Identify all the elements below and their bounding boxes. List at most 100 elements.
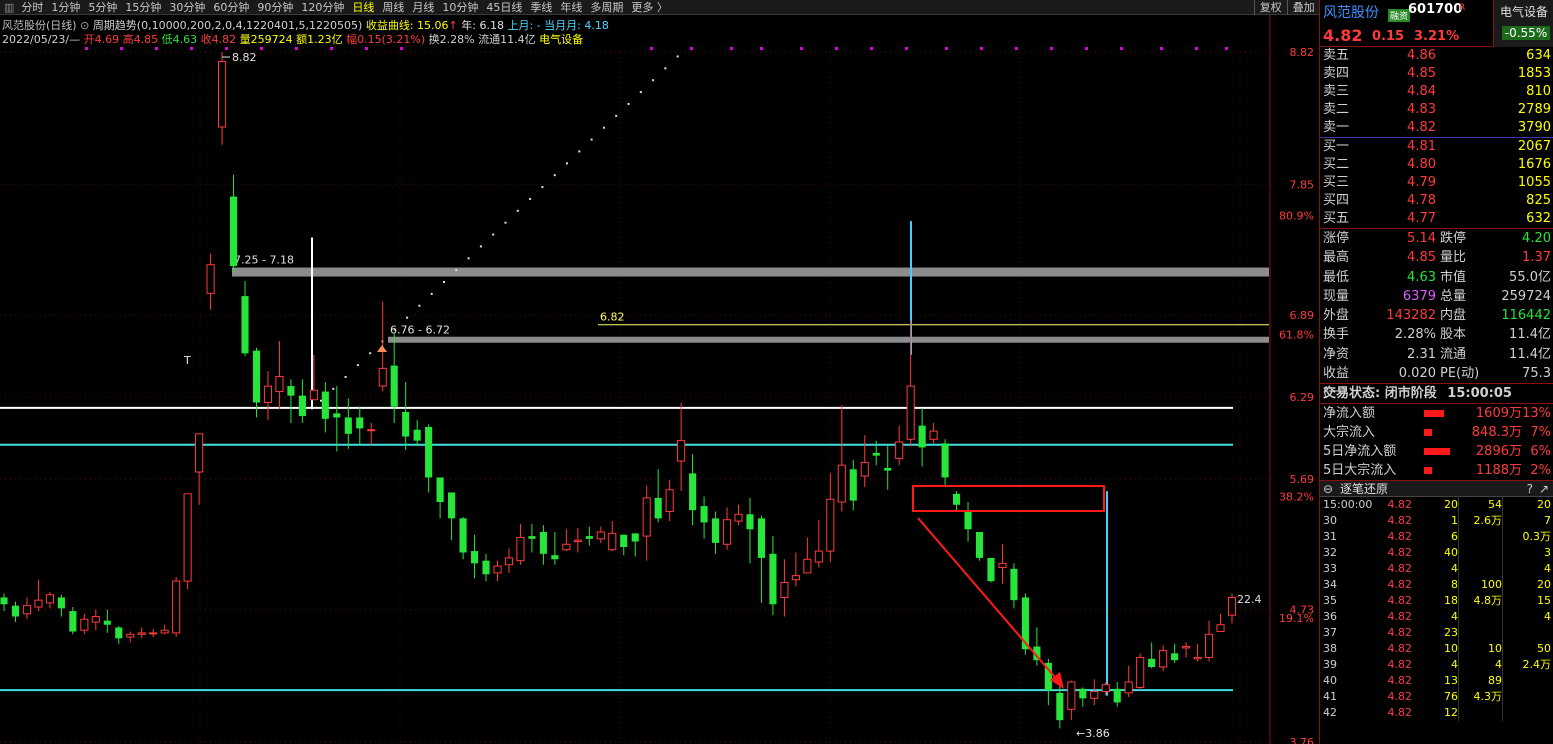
candle-body	[241, 296, 249, 354]
period-tab[interactable]: 60分钟	[210, 0, 254, 15]
last-label: 22.4	[1237, 593, 1262, 606]
candle-body	[665, 489, 674, 513]
period-tab[interactable]: 多周期	[587, 0, 628, 15]
marker-dot	[190, 47, 193, 50]
period-tab[interactable]: 日线	[349, 0, 379, 15]
candle-body	[367, 429, 376, 432]
kline-chart-area[interactable]: 8.82 7.85 6.89 6.29 5.69 4.73 3.76 80.9% 61.8% 38…	[0, 15, 1318, 744]
trade-row: 37 4.82 23	[1320, 625, 1553, 642]
stat-value: 116442	[1501, 308, 1551, 324]
stat-row: 最低 4.63 市值 55.0亿	[1320, 268, 1553, 287]
tool-button[interactable]: 叠加	[1286, 0, 1320, 15]
sector-pct: -0.55%	[1502, 26, 1550, 40]
collapse-icon[interactable]: ⊖	[1323, 481, 1333, 497]
trend-dot	[590, 138, 593, 141]
orderbook-row[interactable]: 卖一 4.82 3790	[1320, 119, 1553, 137]
trade-row: 30 4.82 1 2.6万 7	[1320, 513, 1553, 530]
candle-body	[229, 196, 238, 267]
toolbar-menu-icon[interactable]: ▥	[0, 1, 18, 14]
candle-body	[941, 443, 949, 478]
stat-label: 总量	[1440, 288, 1467, 304]
flow-pct: 13%	[1522, 406, 1551, 422]
marker-dot	[1225, 47, 1228, 50]
period-tab[interactable]: 周线	[379, 0, 409, 15]
trade-time: 39	[1323, 658, 1337, 672]
period-tab[interactable]: 更多 〉	[628, 0, 673, 15]
trade-time: 36	[1323, 610, 1337, 624]
period-tab[interactable]: 年线	[557, 0, 587, 15]
orderbook-row[interactable]: 卖四 4.85 1853	[1320, 65, 1553, 83]
help-icon[interactable]: ?	[1527, 481, 1533, 497]
trend-dot	[627, 102, 630, 105]
trade-time: 15:00:00	[1323, 498, 1373, 512]
candle-body	[918, 425, 926, 448]
candle-body	[1056, 692, 1064, 721]
expand-icon[interactable]: ↗	[1539, 481, 1549, 497]
sector-box[interactable]: 电气设备 -0.55%	[1493, 0, 1553, 47]
stat-value: 75.3	[1522, 366, 1551, 382]
stat-label: 涨停	[1323, 231, 1350, 246]
low-label: 低4.63	[161, 33, 198, 46]
period-tab[interactable]: 30分钟	[166, 0, 210, 15]
period-tab[interactable]: 1分钟	[48, 0, 85, 15]
orderbook-row[interactable]: 卖三 4.84 810	[1320, 83, 1553, 101]
period-tab[interactable]: 15分钟	[122, 0, 166, 15]
candle-body	[275, 376, 284, 393]
orderbook-row[interactable]: 买一 4.81 2067	[1320, 138, 1553, 156]
trade-row: 41 4.82 76 4.3万	[1320, 689, 1553, 706]
period-tab[interactable]: 90分钟	[254, 0, 298, 15]
orderbook-row[interactable]: 买二 4.80 1676	[1320, 156, 1553, 174]
period-tab[interactable]: 季线	[527, 0, 557, 15]
high-label: 高4.85	[122, 33, 159, 46]
marker-dot	[295, 47, 298, 50]
amount-label: 额1.23亿	[296, 33, 343, 46]
flow-row: 大宗流入 848.3万 7%	[1320, 423, 1553, 442]
trend-dot	[406, 316, 409, 319]
candle-body	[344, 417, 352, 434]
tool-button[interactable]: 复权	[1253, 0, 1287, 15]
candle-body	[425, 427, 433, 478]
stat-row: 外盘 143282 内盘 116442	[1320, 306, 1553, 325]
period-tab[interactable]: 120分钟	[298, 0, 349, 15]
level-volume: 3790	[1517, 120, 1551, 135]
stat-label: 净资	[1323, 346, 1350, 362]
flow-value: 1609万	[1475, 406, 1522, 422]
orderbook-row[interactable]: 买四 4.78 825	[1320, 192, 1553, 210]
period-tab[interactable]: 10分钟	[439, 0, 483, 15]
level-volume: 2067	[1517, 139, 1551, 154]
close-label: 收4.82	[200, 33, 237, 46]
flow-bar	[1424, 423, 1468, 442]
stat-label: 市值	[1440, 269, 1467, 285]
last-price: 4.82	[1323, 26, 1363, 45]
date-label: 2022/05/23/—	[2, 33, 81, 46]
period-tab[interactable]: 5分钟	[85, 0, 122, 15]
trade-volume: 10	[1444, 642, 1458, 656]
level-label: 买五	[1323, 211, 1350, 226]
orderbook-row[interactable]: 卖二 4.83 2789	[1320, 101, 1553, 119]
trades-title: 逐笔还原	[1340, 482, 1389, 497]
period-tab[interactable]: 分时	[18, 0, 48, 15]
marker-dot	[760, 47, 763, 50]
trend-dot	[356, 364, 359, 367]
kline-chart[interactable]: 8.827.856.896.295.694.733.7680.9%61.8%38…	[0, 15, 1318, 744]
orderbook-row[interactable]: 买五 4.77 632	[1320, 210, 1553, 228]
stat-value: 4.20	[1522, 231, 1551, 246]
change-label: 幅0.15(3.21%)	[346, 33, 426, 46]
trade-queue2: 0.3万	[1502, 529, 1553, 546]
trade-status-label: 交易状态:	[1323, 386, 1381, 402]
quote-panel: 风范股份 融资 601700 R 4.82 0.15 3.21% 电气设备 -0…	[1319, 0, 1553, 744]
candle-body	[298, 395, 306, 417]
candle-body	[378, 367, 387, 387]
trend-dot	[332, 387, 335, 390]
stat-row: 净资 2.31 流通 11.4亿	[1320, 345, 1553, 364]
period-tab[interactable]: 45日线	[483, 0, 527, 15]
y-tick-label: 5.69	[1290, 473, 1315, 486]
marker-dot	[1085, 47, 1088, 50]
period-tab[interactable]: 月线	[409, 0, 439, 15]
orderbook-row[interactable]: 买三 4.79 1055	[1320, 174, 1553, 192]
candle-body	[722, 519, 732, 545]
flow-bar	[1424, 404, 1468, 423]
orderbook-row[interactable]: 卖五 4.86 634	[1320, 47, 1553, 65]
marker-dot	[155, 47, 158, 50]
trade-price: 4.82	[1387, 626, 1413, 640]
